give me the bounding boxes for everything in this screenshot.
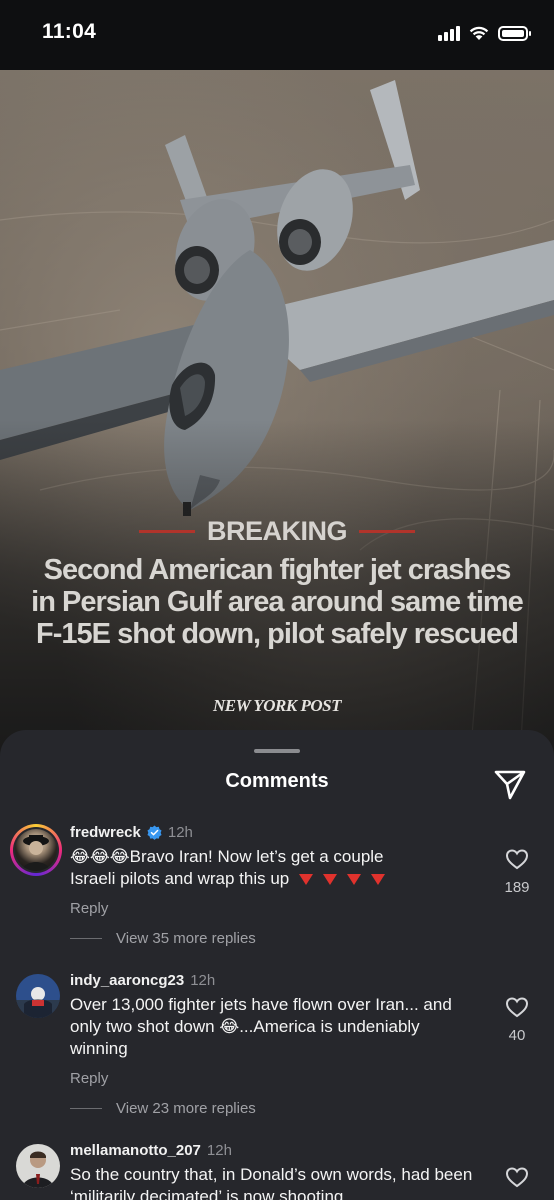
- signal-icon: [438, 25, 460, 41]
- avatar[interactable]: [15, 829, 57, 871]
- heart-icon[interactable]: [505, 848, 529, 870]
- replies-divider: [70, 938, 102, 939]
- status-bar: 11:04: [0, 0, 554, 70]
- comment-username[interactable]: indy_aaroncg23: [70, 972, 184, 989]
- comment-header: mellamanotto_207 12h: [70, 1142, 232, 1159]
- like-control[interactable]: [500, 1166, 534, 1193]
- view-more-replies-label: View 23 more replies: [116, 1100, 256, 1117]
- avatar[interactable]: [16, 974, 60, 1018]
- publisher-logo: NEW YORK POST: [213, 696, 341, 715]
- share-icon[interactable]: [490, 764, 530, 804]
- sheet-title: Comments: [225, 770, 329, 792]
- status-time: 11:04: [42, 20, 97, 43]
- like-count: 40: [508, 1027, 526, 1044]
- reply-button[interactable]: Reply: [70, 900, 108, 917]
- red-triangle-emoji: [346, 874, 361, 886]
- verified-icon: [147, 825, 162, 840]
- laughing-emoji: 😂: [109, 847, 130, 866]
- breaking-label: BREAKING: [206, 515, 348, 546]
- laughing-emoji: 😂: [219, 1017, 240, 1036]
- battery-icon: [498, 25, 531, 41]
- comment-time: 12h: [167, 824, 193, 841]
- replies-divider: [70, 1108, 102, 1109]
- comment-header: fredwreck 12h: [70, 824, 193, 841]
- sheet-grabber[interactable]: [254, 749, 300, 753]
- view-more-replies[interactable]: View 35 more replies: [70, 930, 256, 947]
- laughing-emoji: 😂: [89, 847, 110, 866]
- headline: Second American fighter jet crashes in P…: [31, 554, 524, 650]
- like-control[interactable]: 189: [500, 848, 534, 896]
- breaking-line-right: [359, 529, 415, 533]
- red-triangle-emoji: [370, 874, 385, 886]
- comment-text: So the country that, in Donald’s own wor…: [70, 1165, 473, 1200]
- comment-username[interactable]: fredwreck: [70, 824, 141, 841]
- heart-icon[interactable]: [505, 996, 529, 1018]
- breaking-line-left: [138, 529, 195, 533]
- breaking-banner: BREAKING: [0, 512, 554, 550]
- red-triangle-emoji: [322, 874, 337, 886]
- comment-time: 12h: [190, 972, 216, 989]
- comment-text: Over 13,000 fighter jets have flown over…: [70, 994, 480, 1060]
- wifi-icon: [469, 26, 489, 40]
- post-image[interactable]: BREAKING Second American fighter jet cra…: [0, 70, 554, 760]
- heart-icon[interactable]: [505, 1166, 529, 1188]
- comment-text-line2: Israeli pilots and wrap this up: [70, 869, 290, 888]
- reply-button[interactable]: Reply: [70, 1070, 108, 1087]
- comment-text: 😂😂😂Bravo Iran! Now let’s get a couple Is…: [70, 846, 480, 890]
- comment-header: indy_aaroncg23 12h: [70, 972, 215, 989]
- comment-time: 12h: [206, 1142, 232, 1159]
- comment-username[interactable]: mellamanotto_207: [70, 1142, 201, 1159]
- view-more-replies[interactable]: View 23 more replies: [70, 1100, 256, 1117]
- like-count: 189: [504, 879, 530, 896]
- story-ring[interactable]: [10, 824, 62, 876]
- like-control[interactable]: 40: [500, 996, 534, 1044]
- screen: 11:04 BREAKING Second American fighter j…: [0, 0, 554, 1200]
- comment-text-line1: Bravo Iran! Now let’s get a couple: [129, 847, 384, 866]
- view-more-replies-label: View 35 more replies: [116, 930, 256, 947]
- status-icons: [438, 22, 531, 44]
- comments-sheet: Comments fredwreck 12h 😂😂😂Bravo Iran! No…: [0, 730, 554, 1200]
- red-triangle-emoji: [298, 874, 313, 886]
- avatar[interactable]: [16, 1144, 60, 1188]
- laughing-emoji: 😂: [70, 847, 90, 866]
